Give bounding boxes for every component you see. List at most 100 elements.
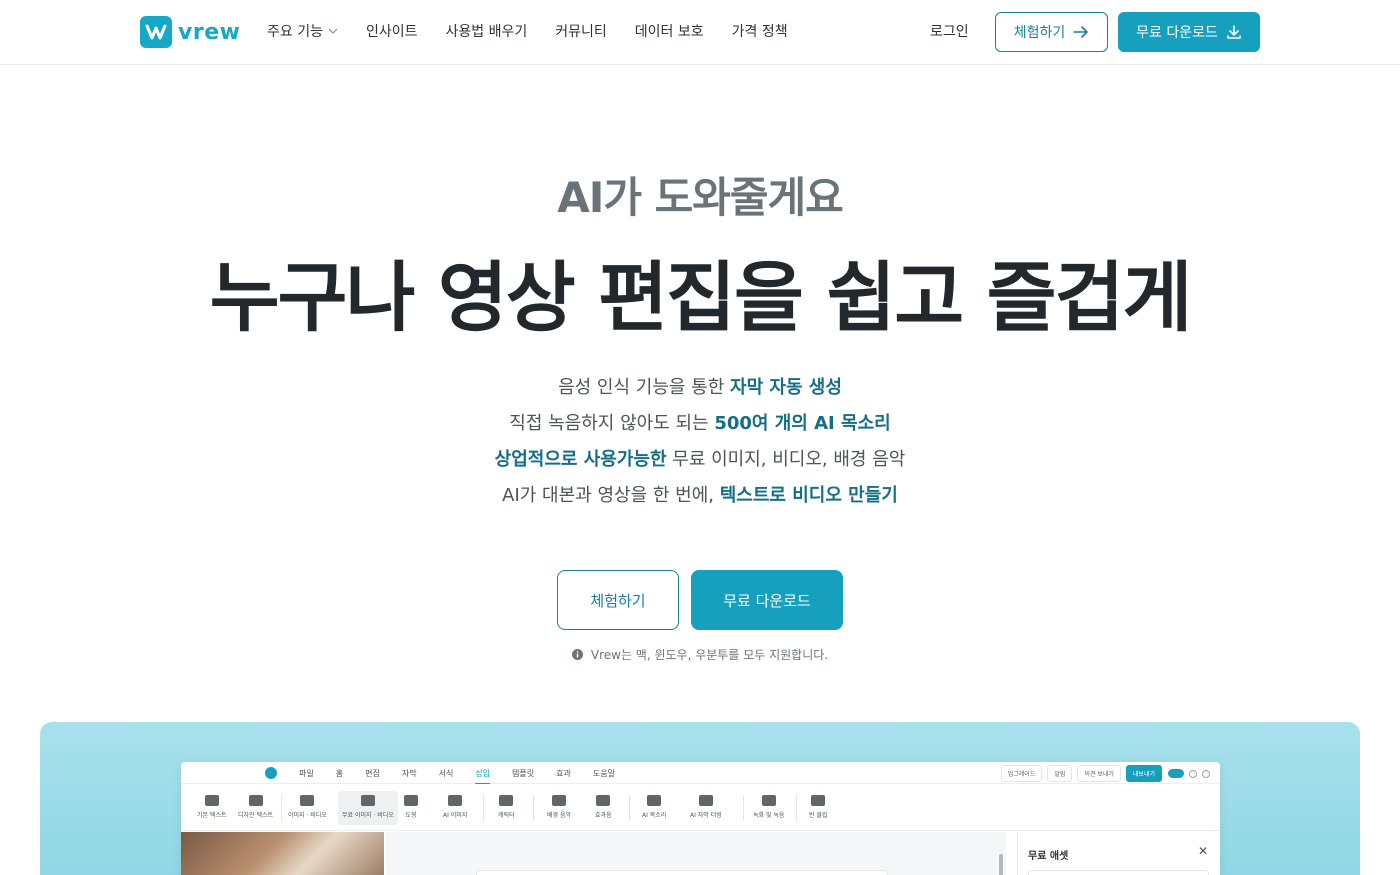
toolbar-divider xyxy=(483,795,484,821)
nav-item-community[interactable]: 커뮤니티 xyxy=(555,21,607,41)
ai-voice-icon xyxy=(647,795,662,806)
top-navigation: vrew 주요 기능 인사이트 사용법 배우기 커뮤니티 데이터 보호 가격 정… xyxy=(0,0,1400,65)
tool-design-text: 디자인 텍스트 xyxy=(238,795,273,819)
app-menu-template: 템플릿 xyxy=(512,769,535,778)
feature-highlight: 상업적으로 사용가능한 xyxy=(494,449,667,470)
nav-item-features[interactable]: 주요 기능 xyxy=(267,21,338,41)
ai-image-icon xyxy=(448,795,463,806)
nav-menu: 주요 기능 인사이트 사용법 배우기 커뮤니티 데이터 보호 가격 정책 xyxy=(267,21,816,41)
free-media-icon xyxy=(360,795,375,806)
nav-item-data-protection[interactable]: 데이터 보호 xyxy=(635,21,704,41)
feedback-chip: 의견 보내기 xyxy=(1077,765,1121,782)
nav-item-insights[interactable]: 인사이트 xyxy=(366,21,418,41)
tool-label: 효과음 xyxy=(595,812,612,819)
hero-eyebrow: AI가 도와줄게요 xyxy=(557,173,844,222)
hero-headline: 누구나 영상 편집을 쉽고 즐겁게 xyxy=(209,253,1193,342)
feature-text: 음성 인식 기능을 통한 xyxy=(558,377,731,398)
download-button-header[interactable]: 무료 다운로드 xyxy=(1118,12,1260,52)
character-icon xyxy=(499,795,514,806)
download-icon xyxy=(1227,25,1241,39)
toolbar-divider xyxy=(533,795,534,821)
app-menubar: 파일 홈 편집 자막 서식 삽입 템플릿 효과 도움말 업그레이드 알림 의견 … xyxy=(181,762,1220,784)
panel-search-box xyxy=(1028,870,1209,875)
nav-item-pricing[interactable]: 가격 정책 xyxy=(732,21,788,41)
app-preview-section: 파일 홈 편집 자막 서식 삽입 템플릿 효과 도움말 업그레이드 알림 의견 … xyxy=(40,722,1360,875)
tool-shape: 도형 xyxy=(404,795,418,819)
upgrade-chip: 업그레이드 xyxy=(1000,765,1043,782)
app-clip-card xyxy=(476,870,888,875)
nav-item-learn[interactable]: 사용법 배우기 xyxy=(446,21,528,41)
tool-ai-image: AI 이미지 xyxy=(443,795,467,819)
tool-bgm: 배경 음악 xyxy=(547,795,571,819)
close-icon: ✕ xyxy=(1197,844,1208,858)
app-menu-format: 서식 xyxy=(438,769,454,778)
feature-list: 음성 인식 기능을 통한 자막 자동 생성 직접 녹음하지 않아도 되는 500… xyxy=(0,370,1400,514)
tool-label: 디자인 텍스트 xyxy=(238,812,274,819)
tool-record: 녹화 및 녹음 xyxy=(753,795,784,819)
info-icon xyxy=(571,649,583,660)
image-icon xyxy=(300,795,315,806)
tool-label: 빈 클립 xyxy=(809,812,828,819)
tool-label: 도형 xyxy=(405,812,417,819)
app-video-thumbnail xyxy=(181,832,384,875)
app-editor-canvas xyxy=(386,832,1006,875)
empty-clip-icon xyxy=(811,795,826,806)
tool-label: AI 목소리 xyxy=(642,812,667,819)
feature-line: AI가 대본과 영상을 한 번에, 텍스트로 비디오 만들기 xyxy=(0,478,1400,514)
tool-basic-text: 기본 텍스트 xyxy=(197,795,227,819)
login-link[interactable]: 로그인 xyxy=(930,21,969,41)
download-button[interactable]: 무료 다운로드 xyxy=(691,570,843,630)
app-menu-file: 파일 xyxy=(299,769,314,778)
app-menu-home: 홈 xyxy=(335,769,344,778)
vrew-logo-text: vrew xyxy=(178,19,241,45)
tool-label: 캐릭터 xyxy=(498,812,515,819)
toolbar-divider xyxy=(629,795,630,821)
vrew-logo[interactable]: vrew xyxy=(140,16,240,48)
app-menu: 파일 홈 편집 자막 서식 삽입 템플릿 효과 도움말 xyxy=(299,768,637,784)
text-icon xyxy=(204,795,219,806)
feature-line: 상업적으로 사용가능한 무료 이미지, 비디오, 배경 음악 xyxy=(0,442,1400,478)
app-insert-toolbar: 기본 텍스트 디자인 텍스트 이미지 · 비디오 무료 이미지 · 비디오 도형… xyxy=(181,785,1220,831)
app-screenshot: 파일 홈 편집 자막 서식 삽입 템플릿 효과 도움말 업그레이드 알림 의견 … xyxy=(181,762,1220,875)
shape-icon xyxy=(404,795,418,806)
toolbar-divider xyxy=(743,795,744,821)
app-free-assets-panel: 무료 애셋 ✕ xyxy=(1017,832,1220,875)
tool-free-media: 무료 이미지 · 비디오 xyxy=(338,791,398,825)
chevron-down-icon xyxy=(328,28,338,34)
collapse-icon xyxy=(1202,769,1210,778)
tool-label: 무료 이미지 · 비디오 xyxy=(342,812,394,819)
tool-sfx: 효과음 xyxy=(595,795,612,819)
nav-item-label: 주요 기능 xyxy=(267,24,323,40)
app-menu-subtitle: 자막 xyxy=(401,769,417,778)
tool-label: 이미지 · 비디오 xyxy=(288,812,327,819)
tool-ai-dubbing: AI 자막 더빙 xyxy=(690,795,722,819)
os-note-text: Vrew는 맥, 윈도우, 우분투를 모두 지원합니다. xyxy=(590,648,829,662)
export-chip: 내보내기 xyxy=(1125,765,1162,782)
feature-highlight: 500여 개의 AI 목소리 xyxy=(714,413,891,434)
try-button[interactable]: 체험하기 xyxy=(557,570,679,630)
ai-dubbing-icon xyxy=(698,795,713,806)
try-button-header[interactable]: 체험하기 xyxy=(995,12,1108,52)
app-right-controls: 업그레이드 알림 의견 보내기 내보내기 xyxy=(996,765,1210,782)
design-text-icon xyxy=(248,795,263,806)
feature-line: 음성 인식 기능을 통한 자막 자동 생성 xyxy=(0,370,1400,406)
tool-label: AI 자막 더빙 xyxy=(690,812,722,819)
sound-effect-icon xyxy=(596,795,611,806)
sun-icon xyxy=(1189,769,1197,778)
feature-text: 무료 이미지, 비디오, 배경 음악 xyxy=(666,449,906,470)
feature-text: AI가 대본과 영상을 한 번에, xyxy=(502,485,720,506)
tool-label: 배경 음악 xyxy=(547,812,571,819)
panel-title: 무료 애셋 xyxy=(1028,851,1069,862)
app-menu-help: 도움말 xyxy=(592,769,615,778)
feature-line: 직접 녹음하지 않아도 되는 500여 개의 AI 목소리 xyxy=(0,406,1400,442)
tool-label: AI 이미지 xyxy=(443,812,468,819)
os-support-note: Vrew는 맥, 윈도우, 우분투를 모두 지원합니다. xyxy=(0,646,1400,663)
tool-label: 녹화 및 녹음 xyxy=(753,812,785,819)
music-note-icon xyxy=(552,795,566,806)
feature-text: 직접 녹음하지 않아도 되는 xyxy=(509,413,715,434)
try-button-label: 체험하기 xyxy=(1013,25,1066,41)
download-button-label: 무료 다운로드 xyxy=(1136,25,1218,41)
app-menu-insert: 삽입 xyxy=(475,768,491,784)
arrow-right-icon xyxy=(1073,26,1089,38)
app-menu-edit: 편집 xyxy=(365,769,380,778)
